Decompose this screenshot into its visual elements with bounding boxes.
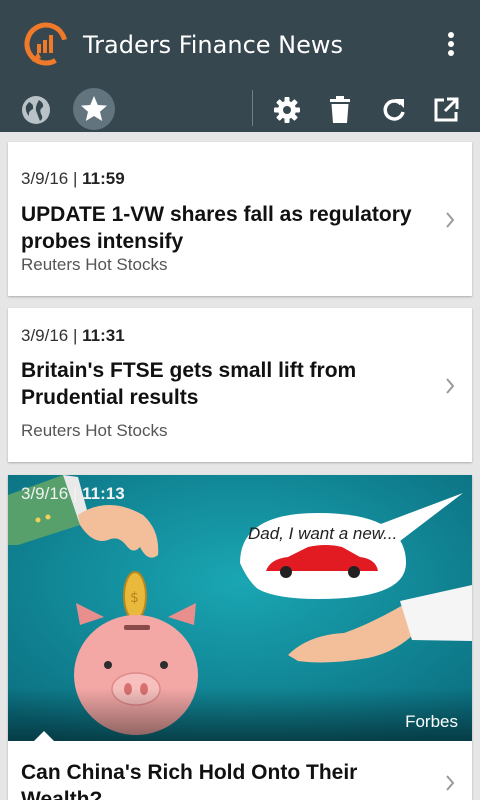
article-title: Britain's FTSE gets small lift from Prud… (21, 359, 357, 409)
refresh-icon (383, 99, 405, 121)
article-card[interactable]: 3/9/16 | 11:59 UPDATE 1-VW shares fall a… (8, 142, 472, 296)
gear-icon (274, 97, 300, 123)
article-time: 11:31 (82, 326, 125, 345)
trash-icon (330, 96, 350, 123)
app-bar: Traders Finance News (0, 0, 480, 88)
app-logo-icon (24, 22, 68, 66)
article-list: 3/9/16 | 11:59 UPDATE 1-VW shares fall a… (0, 132, 480, 800)
featured-article-card[interactable]: $ 3/9/16 | 11:13 Dad, I wa (8, 475, 472, 800)
chevron-right-icon (446, 378, 455, 394)
delete-button[interactable] (318, 88, 362, 132)
globe-icon (22, 96, 50, 124)
action-toolbar (0, 88, 480, 132)
article-card[interactable]: 3/9/16 | 11:31 Britain's FTSE gets small… (8, 308, 472, 462)
piggy-bank-illustration: $ (8, 475, 472, 741)
article-source: Reuters Hot Stocks (21, 255, 168, 274)
globe-button[interactable] (14, 88, 58, 132)
article-time: 11:13 (82, 484, 125, 503)
toolbar-divider (252, 90, 253, 126)
image-caption: Dad, I want a new... (248, 524, 398, 543)
refresh-button[interactable] (372, 88, 416, 132)
article-date: 3/9/16 | 11:59 (21, 169, 125, 188)
article-date: 3/9/16 | 11:31 (21, 326, 125, 345)
article-time: 11:59 (82, 169, 125, 188)
open-external-button[interactable] (424, 88, 468, 132)
article-date: 3/9/16 | 11:13 (21, 484, 125, 503)
article-title: Can China's Rich Hold Onto Their Wealth? (21, 761, 358, 800)
overflow-menu-icon[interactable] (436, 28, 466, 60)
settings-button[interactable] (265, 88, 309, 132)
favorites-button[interactable] (73, 88, 115, 130)
app-title: Traders Finance News (83, 31, 344, 59)
open-external-icon (434, 97, 459, 122)
article-source: Reuters Hot Stocks (21, 421, 168, 440)
article-source: Forbes (405, 712, 458, 731)
chevron-right-icon (446, 775, 455, 791)
star-icon (81, 96, 107, 121)
chevron-right-icon (446, 212, 455, 228)
article-title: UPDATE 1-VW shares fall as regulatory pr… (21, 203, 412, 253)
